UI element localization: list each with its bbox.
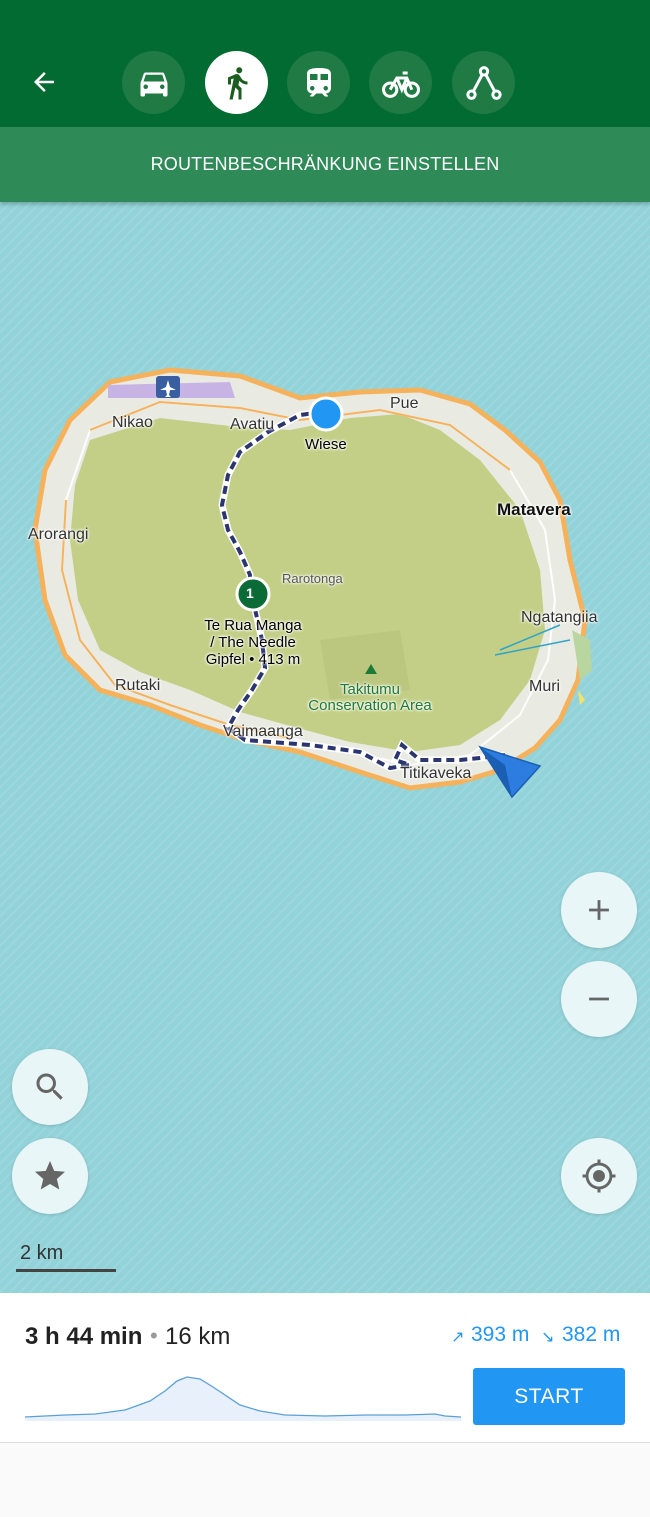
place-titikaveka: Titikaveka	[400, 765, 472, 782]
place-arorangi: Arorangi	[28, 526, 89, 543]
descent-arrow-icon: ↘	[541, 1329, 555, 1346]
train-icon	[306, 67, 331, 96]
minus-icon	[589, 997, 609, 1001]
place-matavera: Matavera	[497, 500, 571, 519]
mode-car-button[interactable]	[122, 51, 185, 114]
mode-transit-button[interactable]	[287, 51, 350, 114]
place-rarotonga: Rarotonga	[282, 571, 343, 586]
pedestrian-icon	[227, 66, 247, 99]
my-location-button[interactable]	[561, 1138, 637, 1214]
route-restriction-label: ROUTENBESCHRÄNKUNG EINSTELLEN	[150, 154, 500, 174]
waypoint-label: Te Rua Manga / The Needle Gipfel • ⁠413 …	[204, 617, 302, 668]
route-planner-icon	[465, 65, 502, 100]
place-rutaki: Rutaki	[115, 677, 161, 694]
route-restriction-button[interactable]: ROUTENBESCHRÄNKUNG EINSTELLEN	[0, 127, 650, 202]
start-button[interactable]: START	[473, 1368, 625, 1425]
place-avatiu: Avatiu	[230, 416, 275, 433]
top-bar	[0, 0, 650, 127]
route-summary-panel: 3 h 44 min • 16 km ↗ 393 m ↘ 382 m START	[0, 1293, 650, 1443]
place-takitumu: Takitumu Conservation Area	[308, 681, 432, 714]
elevation-profile	[25, 1376, 461, 1421]
plus-icon	[589, 900, 609, 920]
separator-dot: •	[150, 1323, 158, 1348]
back-button[interactable]	[20, 58, 68, 106]
favorites-button[interactable]	[12, 1138, 88, 1214]
elevation-ascent: 393 m	[471, 1323, 530, 1346]
ascent-arrow-icon: ↗	[451, 1329, 465, 1346]
star-icon	[35, 1161, 65, 1190]
mode-bike-button[interactable]	[369, 51, 432, 114]
mode-walk-button[interactable]	[205, 51, 268, 114]
scale-label: 2 km	[20, 1242, 64, 1264]
map-view[interactable]: 1 Nikao Avatiu Pue Wiese Matavera Aroran…	[0, 202, 650, 1293]
car-icon	[140, 72, 167, 96]
place-muri: Muri	[529, 678, 561, 695]
mode-route-button[interactable]	[452, 51, 515, 114]
zoom-out-button[interactable]	[561, 961, 637, 1037]
bicycle-icon	[381, 71, 420, 98]
search-button[interactable]	[12, 1049, 88, 1125]
route-duration: 3 h 44 min	[25, 1323, 143, 1350]
scale-bar	[16, 1269, 116, 1272]
elevation-descent: 382 m	[562, 1323, 621, 1346]
location-target-icon	[582, 1159, 616, 1193]
zoom-in-button[interactable]	[561, 872, 637, 948]
place-nikao: Nikao	[112, 414, 153, 431]
map-scale: 2 km	[16, 1242, 118, 1272]
arrow-left-icon	[34, 72, 54, 92]
route-distance: 16 km	[165, 1323, 231, 1350]
place-vaimaanga: Vaimaanga	[223, 723, 303, 740]
place-pue: Pue	[390, 395, 419, 412]
start-location-marker	[308, 396, 344, 432]
waypoint-number: 1	[246, 585, 254, 601]
map-canvas	[32, 367, 592, 799]
place-ngatangiia: Ngatangiia	[521, 609, 598, 626]
search-icon	[36, 1073, 63, 1100]
place-wiese: Wiese	[305, 436, 347, 453]
